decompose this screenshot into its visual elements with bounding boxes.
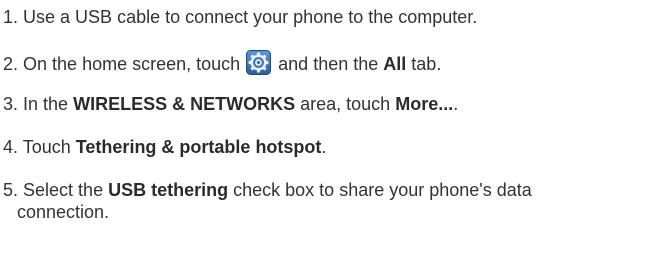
step-2-text-b: and then the bbox=[278, 54, 379, 74]
step-5-continuation: connection. bbox=[17, 201, 109, 224]
step-1-number: 1. bbox=[3, 7, 19, 27]
step-4: 4. Touch Tethering & portable hotspot. bbox=[3, 136, 326, 159]
step-1: 1. Use a USB cable to connect your phone… bbox=[3, 6, 477, 29]
step-5-text-a: Select the bbox=[23, 180, 104, 200]
step-2: 2. On the home screen, touch and then th… bbox=[3, 50, 441, 76]
step-4-text-a: Touch bbox=[22, 137, 71, 157]
step-5-text-b: check box to share your phone's data bbox=[233, 180, 532, 200]
step-5-number: 5. bbox=[3, 180, 19, 200]
step-5-text-c: connection. bbox=[17, 202, 110, 222]
step-5-bold-usb-tethering: USB tethering bbox=[108, 180, 229, 200]
step-2-text-a: On the home screen, touch bbox=[23, 54, 241, 74]
step-3-text-b: area, touch bbox=[300, 94, 391, 114]
step-3-bold-more: More... bbox=[395, 94, 454, 114]
step-2-bold-all: All bbox=[383, 54, 407, 74]
step-3-bold-wireless: WIRELESS & NETWORKS bbox=[73, 94, 296, 114]
step-4-number: 4. bbox=[3, 137, 19, 157]
step-3-text-c: . bbox=[453, 94, 459, 114]
step-2-number: 2. bbox=[3, 54, 19, 74]
step-1-text: Use a USB cable to connect your phone to… bbox=[23, 7, 478, 27]
step-3-text-a: In the bbox=[23, 94, 69, 114]
step-4-text-b: . bbox=[321, 137, 327, 157]
settings-gear-icon bbox=[246, 50, 272, 75]
step-3: 3. In the WIRELESS & NETWORKS area, touc… bbox=[3, 93, 458, 116]
step-2-text-c: tab. bbox=[411, 54, 442, 74]
step-4-bold-tethering: Tethering & portable hotspot bbox=[75, 137, 322, 157]
step-3-number: 3. bbox=[3, 94, 19, 114]
step-5: 5. Select the USB tethering check box to… bbox=[3, 179, 532, 202]
